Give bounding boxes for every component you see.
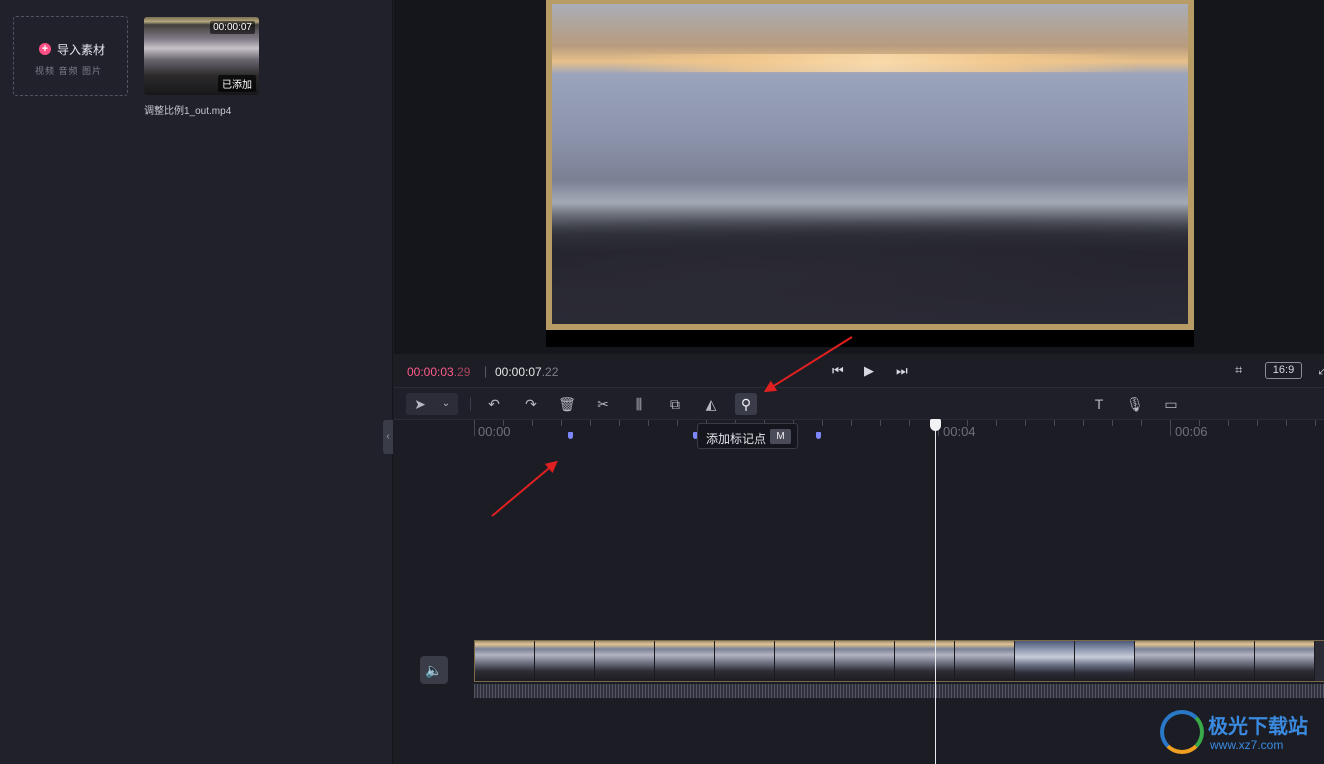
delete-icon[interactable]: 🗑 bbox=[556, 393, 578, 415]
ruler-tick bbox=[1286, 420, 1287, 426]
playhead[interactable] bbox=[930, 419, 941, 764]
aspect-ratio-button[interactable]: 16:9 bbox=[1265, 362, 1302, 379]
clip-frame bbox=[655, 641, 715, 681]
ruler-tick bbox=[1170, 420, 1171, 436]
clip-added-badge: 已添加 bbox=[218, 75, 256, 92]
camera-record-icon[interactable]: ▭ bbox=[1160, 393, 1182, 415]
clip-frame bbox=[1015, 641, 1075, 681]
ruler-tick bbox=[619, 420, 620, 426]
ruler-tick bbox=[1141, 420, 1142, 426]
clip-frame bbox=[535, 641, 595, 681]
tooltip-shortcut-key: M bbox=[770, 429, 791, 444]
playhead-handle[interactable] bbox=[930, 419, 941, 431]
add-marker-tooltip: 添加标记点 M bbox=[697, 423, 798, 449]
clip-frame bbox=[775, 641, 835, 681]
preview-light-band bbox=[612, 54, 1142, 72]
ruler-tick bbox=[474, 420, 475, 436]
watermark-url: www.xz7.com bbox=[1210, 738, 1284, 752]
select-tool-group[interactable]: ➤ ⌄ bbox=[406, 393, 458, 415]
ruler-tick bbox=[561, 420, 562, 426]
plus-icon: + bbox=[39, 43, 51, 55]
collapse-panel-button[interactable]: ‹ bbox=[383, 420, 393, 454]
media-panel: + 导入素材 视频 音频 图片 00:00:07 已添加 调整比例1_out.m… bbox=[0, 0, 393, 764]
clip-frame bbox=[895, 641, 955, 681]
import-media-types: 视频 音频 图片 bbox=[35, 66, 103, 76]
audio-waveform bbox=[474, 684, 1324, 698]
fullscreen-icon[interactable]: ⤢ bbox=[1318, 362, 1324, 378]
playback-bar: 00:00:03.29 | 00:00:07.22 ⏮ ▶ ⏭ ⌗ 16:9 ⤢ bbox=[394, 354, 1324, 388]
mirror-icon[interactable]: ◭ bbox=[700, 393, 722, 415]
preview-crowd bbox=[552, 204, 1188, 324]
ruler-tick bbox=[1112, 420, 1113, 426]
toolbar-divider bbox=[470, 397, 471, 411]
clip-frame bbox=[1255, 641, 1315, 681]
ruler-tick bbox=[1228, 420, 1229, 426]
split-icon[interactable]: ✂ bbox=[592, 393, 614, 415]
ruler-tick bbox=[532, 420, 533, 426]
replace-icon[interactable]: ⧉ bbox=[664, 393, 686, 415]
ruler-tick bbox=[1257, 420, 1258, 426]
clip-frame bbox=[835, 641, 895, 681]
video-track-clip[interactable] bbox=[474, 640, 1324, 682]
tooltip-label: 添加标记点 bbox=[706, 432, 767, 446]
clip-frame bbox=[1195, 641, 1255, 681]
ruler-tick bbox=[909, 420, 910, 426]
preview-image bbox=[546, 0, 1194, 330]
edit-toolbar: ➤ ⌄ ↶ ↷ 🗑 ✂ ⫼ ⧉ ◭ ⚲ T 🎙 ▭ bbox=[394, 388, 1324, 420]
skip-forward-icon[interactable]: ⏭ bbox=[896, 363, 908, 379]
clip-frame bbox=[715, 641, 775, 681]
ruler-tick bbox=[1083, 420, 1084, 426]
cursor-icon[interactable]: ➤ bbox=[409, 393, 431, 415]
skip-back-icon[interactable]: ⏮ bbox=[832, 363, 844, 379]
add-marker-button[interactable]: ⚲ bbox=[735, 393, 757, 415]
current-time-frames: .29 bbox=[453, 365, 471, 379]
ruler-label: 00:00 bbox=[478, 424, 511, 439]
clip-frame bbox=[1135, 641, 1195, 681]
text-recognize-icon[interactable]: T bbox=[1088, 393, 1110, 415]
preview-frame bbox=[546, 0, 1194, 347]
ruler-tick bbox=[590, 420, 591, 426]
clip-frame bbox=[1075, 641, 1135, 681]
clip-frame bbox=[475, 641, 535, 681]
ruler-tick bbox=[996, 420, 997, 426]
watermark-name: 极光下载站 bbox=[1208, 716, 1308, 738]
total-time-frames: .22 bbox=[541, 365, 559, 379]
ruler-tick bbox=[822, 420, 823, 426]
crop-icon[interactable]: ⌗ bbox=[1235, 362, 1242, 378]
ruler-label: 00:06 bbox=[1175, 424, 1208, 439]
chevron-down-icon[interactable]: ⌄ bbox=[435, 393, 457, 415]
import-media-button[interactable]: + 导入素材 视频 音频 图片 bbox=[13, 16, 128, 96]
import-media-label: 导入素材 bbox=[57, 43, 106, 57]
undo-icon[interactable]: ↶ bbox=[483, 393, 505, 415]
ruler-tick bbox=[648, 420, 649, 426]
microphone-icon[interactable]: 🎙 bbox=[1124, 393, 1146, 415]
media-clip-thumbnail[interactable]: 00:00:07 已添加 bbox=[144, 17, 259, 95]
total-time-main: 00:00:07 bbox=[495, 365, 542, 379]
ruler-tick bbox=[1054, 420, 1055, 426]
redo-icon[interactable]: ↷ bbox=[520, 393, 542, 415]
track-volume-icon[interactable]: 🔈 bbox=[420, 656, 448, 684]
ruler-tick bbox=[1315, 420, 1316, 426]
ruler-tick bbox=[851, 420, 852, 426]
ruler-label: 00:04 bbox=[943, 424, 976, 439]
clip-filename: 调整比例1_out.mp4 bbox=[144, 106, 232, 117]
total-time: 00:00:07.22 bbox=[495, 365, 558, 379]
watermark-logo: 极光下载站 www.xz7.com bbox=[1160, 708, 1320, 758]
ruler-tick bbox=[880, 420, 881, 426]
freeze-icon[interactable]: ⫼ bbox=[628, 393, 650, 415]
current-time: 00:00:03.29 bbox=[407, 365, 470, 379]
ruler-tick bbox=[677, 420, 678, 426]
video-editor-window: + 导入素材 视频 音频 图片 00:00:07 已添加 调整比例1_out.m… bbox=[0, 0, 1324, 764]
clip-frame bbox=[595, 641, 655, 681]
play-icon[interactable]: ▶ bbox=[864, 363, 874, 379]
marker-point[interactable] bbox=[816, 432, 821, 439]
clip-frame bbox=[955, 641, 1015, 681]
video-preview bbox=[394, 0, 1324, 354]
time-separator: | bbox=[484, 364, 488, 378]
watermark-icon bbox=[1160, 710, 1204, 754]
ruler-tick bbox=[1025, 420, 1026, 426]
marker-point[interactable] bbox=[568, 432, 573, 439]
current-time-main: 00:00:03 bbox=[407, 365, 454, 379]
clip-duration: 00:00:07 bbox=[210, 21, 255, 34]
